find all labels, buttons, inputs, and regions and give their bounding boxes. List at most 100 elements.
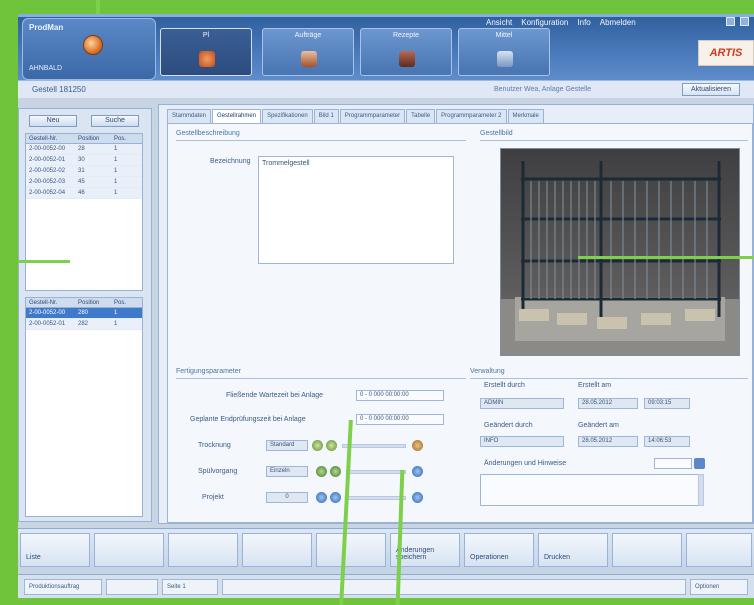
rinse-end-icon[interactable]: [412, 466, 423, 477]
status-bar: Produktionsauftrag Seite 1 Optionen: [18, 574, 754, 598]
tab-features[interactable]: Merkmale: [507, 109, 544, 123]
table-row-selected[interactable]: 2-00-0052-00 280 1: [26, 308, 142, 319]
product-logo[interactable]: ProdMan AHNBALD: [22, 18, 156, 80]
created-date-field: 28.05.2012: [578, 398, 638, 409]
table-row[interactable]: 2-00-0052-02 31 1: [26, 166, 142, 177]
toolbar-button[interactable]: [612, 533, 682, 567]
col-rack-no[interactable]: Gestell-Nr.: [26, 298, 78, 307]
module-tab-recipes[interactable]: Rezepte: [360, 28, 452, 76]
menu-view[interactable]: Ansicht: [486, 18, 512, 27]
drying-slider[interactable]: [342, 444, 406, 448]
waiting-time-field[interactable]: 0 - 0 000 00:00:00: [356, 390, 444, 401]
toolbar-button[interactable]: [242, 533, 312, 567]
description-textarea[interactable]: Trommelgestell: [258, 156, 454, 264]
image-section-title: Gestellbild: [480, 130, 513, 137]
col-pos[interactable]: Pos.: [114, 134, 142, 143]
rack-photo[interactable]: [500, 148, 740, 356]
rinse-option-icon[interactable]: [330, 466, 341, 477]
drying-option-icon[interactable]: [312, 440, 323, 451]
table-row[interactable]: 2-00-0052-03 45 1: [26, 177, 142, 188]
rinse-select[interactable]: Einzeln: [266, 466, 308, 477]
print-button[interactable]: Drucken: [538, 533, 608, 567]
col-position[interactable]: Position: [78, 134, 114, 143]
menu-info[interactable]: Info: [577, 18, 590, 27]
tab-master-data[interactable]: Stammdaten: [167, 109, 212, 123]
recipe-icon: [399, 51, 415, 67]
notes-textarea[interactable]: [480, 474, 704, 506]
module-tab-tools[interactable]: Mittel: [458, 28, 550, 76]
module-tab-production[interactable]: Pl: [160, 28, 252, 76]
created-by-label: Erstellt durch: [484, 382, 525, 389]
col-rack-no[interactable]: Gestell-Nr.: [26, 134, 78, 143]
product-name: ProdMan: [29, 23, 64, 32]
operations-button[interactable]: Operationen: [464, 533, 534, 567]
project-slider[interactable]: [346, 496, 406, 500]
tab-rack-frame[interactable]: Gestellrahmen: [212, 109, 262, 123]
final-check-field[interactable]: 0 - 0 000 00:00:00: [356, 414, 444, 425]
brand-logo: ARTIS: [698, 40, 754, 66]
section-divider: [176, 140, 466, 141]
toolbar-button[interactable]: [316, 533, 386, 567]
project-end-icon[interactable]: [412, 492, 423, 503]
detail-panel: Stammdaten Gestellrahmen Spezifikationen…: [158, 104, 754, 524]
menu-logout[interactable]: Abmelden: [600, 18, 636, 27]
toolbar-button-list[interactable]: Liste: [20, 533, 90, 567]
toolbar-button[interactable]: [686, 533, 752, 567]
table-cell: 2-00-0052-00: [29, 310, 66, 316]
project-option-icon[interactable]: [330, 492, 341, 503]
table-cell: 45: [78, 179, 85, 185]
tab-table[interactable]: Tabelle: [406, 109, 436, 123]
project-field[interactable]: 0: [266, 492, 308, 503]
table-cell: 280: [78, 310, 89, 316]
tab-program-parameters-2[interactable]: Programmparameter 2: [436, 109, 507, 123]
changed-time-field: 14:06:53: [644, 436, 690, 447]
tab-specifications[interactable]: Spezifikationen: [262, 109, 313, 123]
callout-line: [96, 0, 100, 14]
refresh-button[interactable]: Aktualisieren: [682, 83, 740, 96]
drying-end-icon[interactable]: [412, 440, 423, 451]
frame-left: [0, 0, 18, 605]
orders-icon: [301, 51, 317, 67]
module-tab-orders[interactable]: Aufträge: [262, 28, 354, 76]
notes-dropdown-icon[interactable]: [694, 458, 705, 469]
col-position[interactable]: Position: [78, 298, 114, 307]
rinse-slider[interactable]: [346, 470, 406, 474]
project-option-icon[interactable]: [316, 492, 327, 503]
tab-image[interactable]: Bild 1: [313, 109, 339, 123]
status-order[interactable]: Produktionsauftrag: [24, 579, 102, 595]
record-list-panel: Neu Suche Gestell-Nr. Position Pos. 2-00…: [18, 108, 152, 522]
table-cell: 282: [78, 321, 89, 327]
drying-option-icon[interactable]: [326, 440, 337, 451]
final-check-label: Geplante Endprüfungszeit bei Anlage: [190, 416, 306, 423]
rinse-label: Spülvorgang: [198, 468, 238, 475]
table-row[interactable]: 2-00-0052-01 30 1: [26, 155, 142, 166]
tab-program-parameters[interactable]: Programmparameter: [339, 109, 406, 123]
col-pos[interactable]: Pos.: [114, 298, 142, 307]
notes-scrollbar[interactable]: [698, 474, 704, 506]
close-icon[interactable]: [740, 17, 749, 26]
table-row[interactable]: 2-00-0052-01 282 1: [26, 319, 142, 330]
menu-config[interactable]: Konfiguration: [521, 18, 568, 27]
new-button[interactable]: Neu: [29, 115, 77, 127]
tab-content: Gestellbeschreibung Bezeichnung Trommelg…: [167, 123, 753, 523]
options-select[interactable]: Optionen: [690, 579, 748, 595]
changed-by-field: INFO: [480, 436, 564, 447]
bottom-toolbar: Liste Änderungen speichern Operationen D…: [18, 528, 754, 570]
table-row[interactable]: 2-00-0052-00 28 1: [26, 144, 142, 155]
minimize-icon[interactable]: [726, 17, 735, 26]
toolbar-button[interactable]: [94, 533, 164, 567]
status-message: [222, 579, 686, 595]
product-emblem-icon: [83, 35, 103, 55]
current-record-caption: Gestell 181250: [32, 85, 86, 94]
description-section-title: Gestellbeschreibung: [176, 130, 240, 137]
rinse-option-icon[interactable]: [316, 466, 327, 477]
table-row[interactable]: 2-00-0052-04 46 1: [26, 188, 142, 199]
section-divider: [470, 378, 748, 379]
notes-filter[interactable]: [654, 458, 692, 469]
toolbar-button[interactable]: [168, 533, 238, 567]
drying-label: Trocknung: [198, 442, 231, 449]
drying-select[interactable]: Standard: [266, 440, 308, 451]
search-button[interactable]: Suche: [91, 115, 139, 127]
waiting-time-label: Fließende Wartezeit bei Anlage: [226, 392, 324, 399]
created-label: Erstellt am: [578, 382, 612, 389]
